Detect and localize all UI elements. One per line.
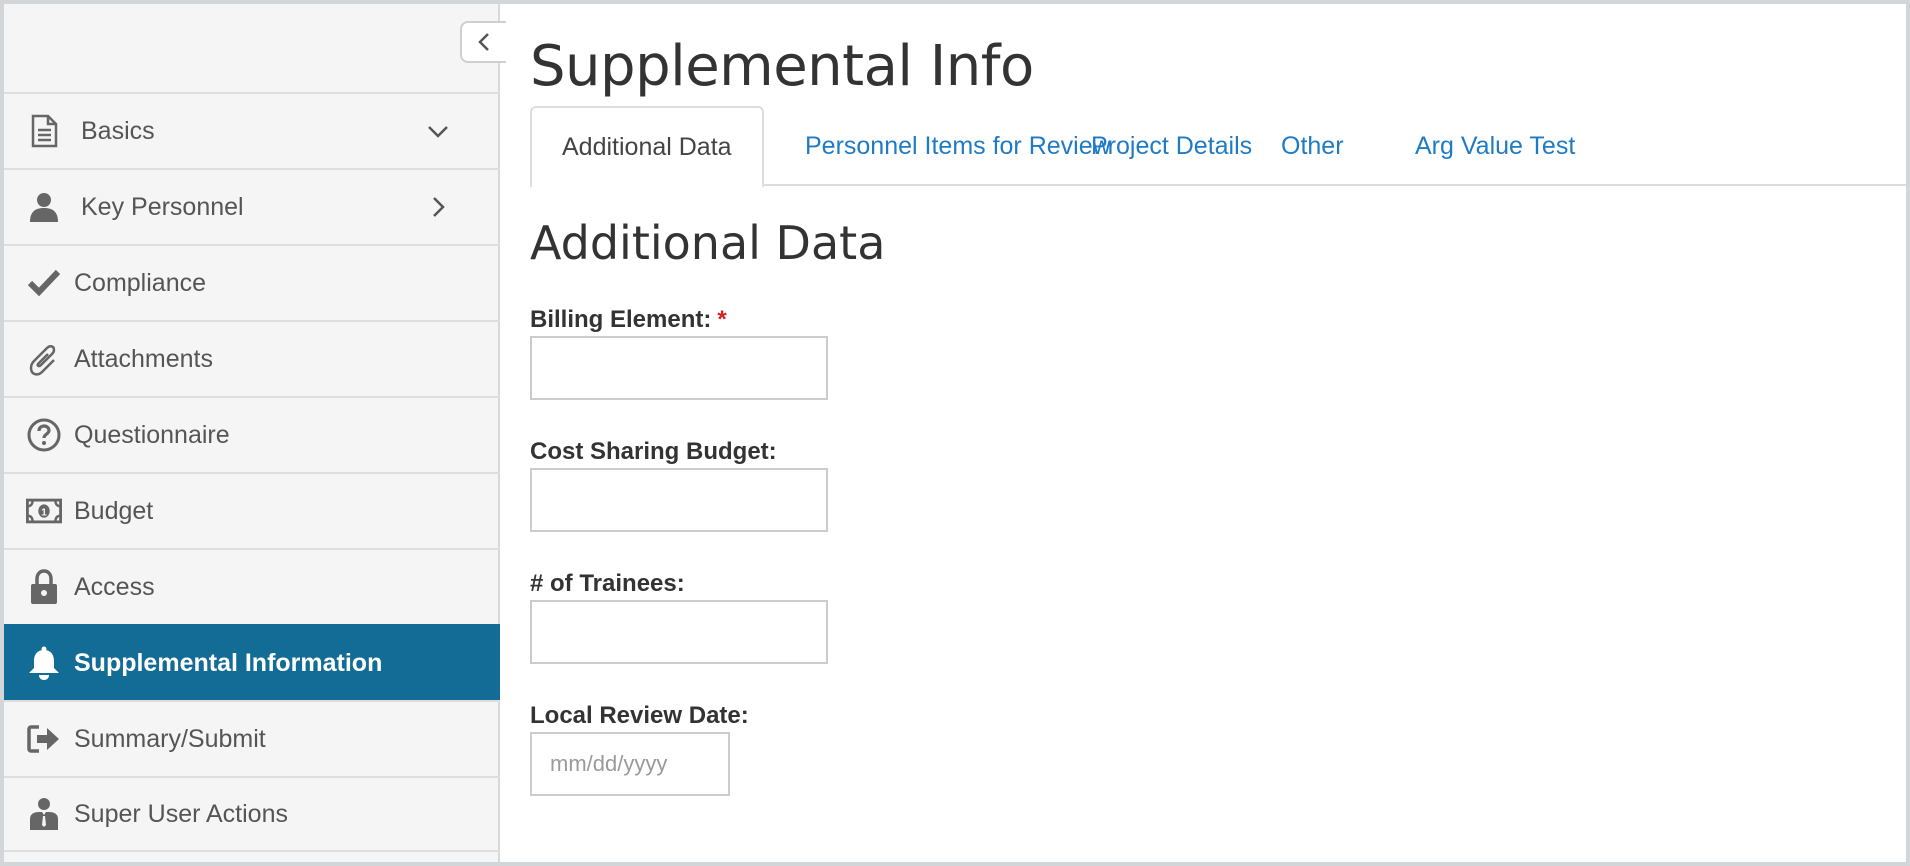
- sidebar-item-compliance[interactable]: Compliance: [4, 244, 500, 320]
- sidebar-item-super-user-actions[interactable]: Super User Actions: [4, 776, 500, 852]
- cost-sharing-budget-input[interactable]: [530, 468, 828, 532]
- chevron-down-icon[interactable]: [424, 117, 452, 145]
- sidebar-item-label: Basics: [81, 116, 155, 145]
- sidebar-item-label: Compliance: [74, 268, 207, 297]
- document-icon: [26, 113, 62, 149]
- tab-arg-value-test[interactable]: Arg Value Test: [1415, 106, 1575, 186]
- sidebar-item-key-personnel[interactable]: Key Personnel: [4, 168, 500, 244]
- tab-personnel-items-for-review[interactable]: Personnel Items for Review: [805, 106, 1111, 186]
- sidebar-item-label: Super User Actions: [74, 799, 288, 828]
- chevron-right-icon[interactable]: [424, 193, 452, 221]
- section-title: Additional Data: [530, 216, 886, 270]
- local-review-date-label: Local Review Date:: [530, 702, 749, 729]
- required-indicator: *: [717, 306, 727, 333]
- sidebar-item-budget[interactable]: 1 Budget: [4, 472, 500, 548]
- sidebar-item-label: Summary/Submit: [74, 724, 266, 753]
- billing-element-label: Billing Element: *: [530, 306, 727, 333]
- person-icon: [26, 189, 62, 225]
- question-circle-icon: [26, 417, 62, 453]
- sidebar-item-label: Access: [74, 572, 155, 601]
- sidebar-item-summary-submit[interactable]: Summary/Submit: [4, 700, 500, 776]
- tab-project-details[interactable]: Project Details: [1091, 106, 1252, 186]
- sidebar-item-attachments[interactable]: Attachments: [4, 320, 500, 396]
- local-review-date-input[interactable]: [530, 732, 730, 796]
- sidebar-item-questionnaire[interactable]: Questionnaire: [4, 396, 500, 472]
- bell-icon: [26, 645, 62, 681]
- money-icon: 1: [26, 493, 62, 529]
- lock-icon: [26, 569, 62, 605]
- sidebar-item-label: Attachments: [74, 344, 213, 373]
- user-tie-icon: [26, 796, 62, 832]
- checkmark-icon: [26, 265, 62, 301]
- main-content: Supplemental Info Additional Data Person…: [500, 4, 1906, 862]
- sidebar-item-label: Questionnaire: [74, 420, 230, 449]
- sidebar: Basics Key Personnel Compliance Attachme…: [4, 4, 506, 862]
- sidebar-item-label: Key Personnel: [81, 192, 244, 221]
- collapse-sidebar-button[interactable]: [460, 21, 506, 63]
- trainees-label: # of Trainees:: [530, 570, 685, 597]
- sidebar-item-supplemental-information[interactable]: Supplemental Information: [4, 624, 500, 700]
- sidebar-nav: Basics Key Personnel Compliance Attachme…: [4, 92, 500, 852]
- tab-other[interactable]: Other: [1281, 106, 1344, 186]
- svg-text:1: 1: [41, 507, 47, 518]
- sidebar-item-label: Budget: [74, 496, 154, 525]
- paperclip-icon: [26, 341, 62, 377]
- sidebar-item-label: Supplemental Information: [74, 648, 383, 677]
- app-frame: Basics Key Personnel Compliance Attachme…: [4, 4, 1906, 862]
- trainees-input[interactable]: [530, 600, 828, 664]
- tab-bar: Additional Data Personnel Items for Revi…: [530, 106, 1906, 188]
- cost-sharing-budget-label: Cost Sharing Budget:: [530, 438, 777, 465]
- chevron-left-icon: [478, 33, 489, 51]
- sidebar-item-basics[interactable]: Basics: [4, 92, 500, 168]
- tab-additional-data[interactable]: Additional Data: [530, 106, 764, 188]
- sign-out-icon: [26, 721, 62, 757]
- billing-element-input[interactable]: [530, 336, 828, 400]
- page-title: Supplemental Info: [530, 34, 1034, 99]
- sidebar-item-access[interactable]: Access: [4, 548, 500, 624]
